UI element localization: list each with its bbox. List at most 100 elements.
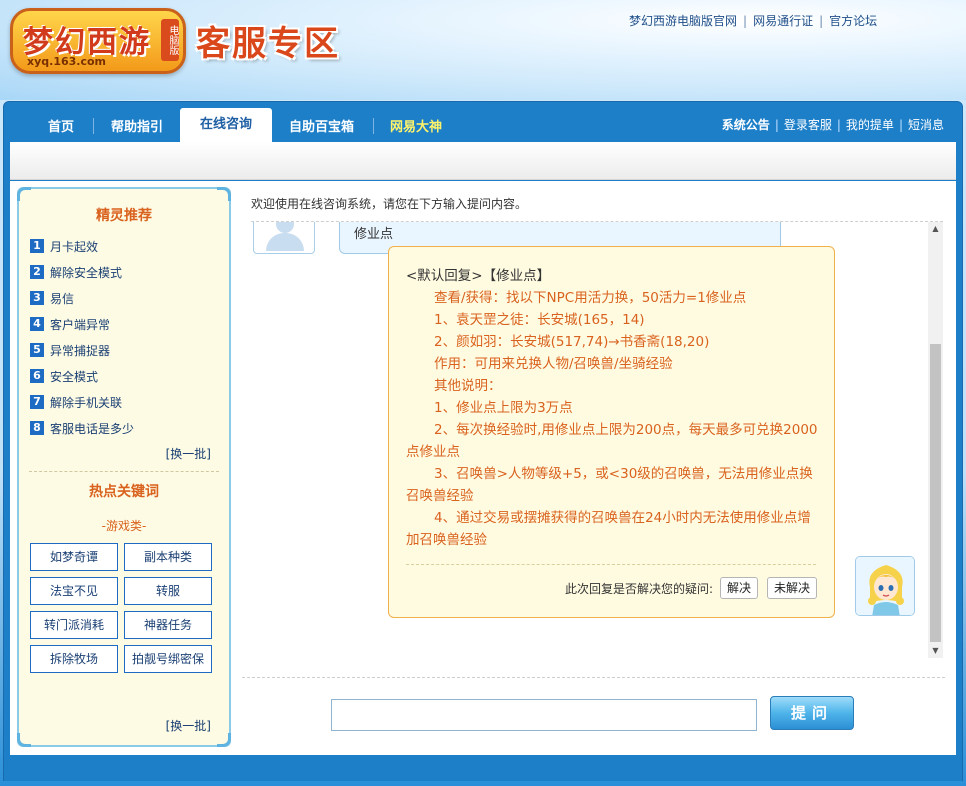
service-sprite-avatar: [855, 556, 915, 616]
login-service-link[interactable]: 登录客服: [784, 118, 832, 132]
top-links: 梦幻西游电脑版官网 | 网易通行证 | 官方论坛: [629, 12, 877, 29]
main-frame: 首页 帮助指引 在线咨询 自助百宝箱 网易大神 系统公告 | 登录客服 | 我的提单 | 短…: [3, 101, 963, 781]
list-item[interactable]: 5 异常捕捉器: [30, 337, 220, 363]
reply-line: 1、袁天罡之徒：长安城(165，14): [434, 312, 645, 328]
reply-line: 3、召唤兽>人物等级+5，或<30级的召唤兽，无法用修业点换召唤兽经验: [406, 466, 813, 504]
corner-ornament: [17, 733, 31, 747]
separator: |: [819, 14, 824, 28]
user-body-icon: [266, 233, 304, 251]
official-site-link[interactable]: 梦幻西游电脑版官网: [629, 14, 737, 28]
list-item[interactable]: 2 解除安全模式: [30, 259, 220, 285]
keyword-button[interactable]: 神器任务: [124, 611, 212, 639]
nav-self-service[interactable]: 自助百宝箱: [289, 116, 354, 135]
item-number: 7: [30, 395, 44, 409]
item-label: 月卡起效: [50, 239, 99, 254]
keyword-button[interactable]: 转门派消耗: [30, 611, 118, 639]
ask-button[interactable]: 提问: [770, 696, 854, 730]
nav-online-consult[interactable]: 在线咨询: [180, 108, 272, 142]
reply-line: 作用：可用来兑换人物/召唤兽/坐骑经验: [434, 356, 673, 372]
keyword-button[interactable]: 如梦奇谭: [30, 543, 118, 571]
recommend-list: 1 月卡起效 2 解除安全模式 3 易信 4 客户端异常 5 异常捕捉器 6 安全模式 7解…: [30, 233, 220, 441]
header: 梦幻西游 xyq.163.com 电脑版 客服专区 梦幻西游电脑版官网 | 网易通行…: [0, 0, 966, 100]
item-label: 异常捕捉器: [50, 343, 111, 358]
corner-ornament: [217, 733, 231, 747]
short-message-link[interactable]: 短消息: [908, 118, 944, 132]
reply-line: 1、修业点上限为3万点: [434, 400, 573, 416]
keyword-category: -游戏类-: [101, 519, 147, 533]
sub-bar: [10, 142, 956, 180]
main-nav: 首页 帮助指引 在线咨询 自助百宝箱 网易大神 系统公告 | 登录客服 | 我的提单 | 短…: [10, 108, 956, 142]
separator: |: [836, 118, 841, 132]
item-label: 解除安全模式: [50, 265, 123, 280]
scroll-thumb[interactable]: [930, 344, 941, 642]
item-number: 8: [30, 421, 44, 435]
reply-line: 2、每次换经验时,用修业点上限为200点，每天最多可兑换2000点修业点: [406, 422, 818, 460]
logo-badge: 电脑版: [161, 19, 179, 61]
item-label: 客服电话是多少: [50, 421, 135, 436]
welcome-text: 欢迎使用在线咨询系统，请您在下方输入提问内容。: [251, 197, 528, 211]
corner-ornament: [217, 187, 231, 201]
reply-line: 其他说明：: [434, 378, 502, 394]
question-input[interactable]: [331, 699, 757, 731]
recommend-title: 精灵推荐: [96, 208, 152, 224]
nav-right-links: 系统公告 | 登录客服 | 我的提单 | 短消息: [722, 116, 944, 133]
nav-netease-dashen[interactable]: 网易大神: [390, 116, 442, 135]
sprite-girl-icon: [856, 557, 914, 615]
page-title: 客服专区: [196, 24, 340, 64]
scroll-down-arrow-icon[interactable]: ▼: [928, 644, 943, 658]
keyword-button[interactable]: 拆除牧场: [30, 645, 118, 673]
user-avatar: [253, 222, 315, 254]
reply-divider: [406, 564, 816, 565]
divider: [29, 471, 219, 472]
passport-link[interactable]: 网易通行证: [753, 14, 813, 28]
my-tickets-link[interactable]: 我的提单: [846, 118, 894, 132]
game-logo[interactable]: 梦幻西游 xyq.163.com 电脑版: [10, 8, 186, 74]
item-label: 解除手机关联: [50, 395, 123, 410]
nav-divider: [373, 118, 374, 134]
chat-scrollbar[interactable]: ▲ ▼: [928, 222, 943, 658]
sidebar: 精灵推荐 1 月卡起效 2 解除安全模式 3 易信 4 客户端异常 5 异常捕捉器 6 安全…: [17, 187, 231, 747]
list-item[interactable]: 7 解除手机关联: [30, 389, 220, 415]
separator: |: [774, 118, 779, 132]
keywords-refresh-link[interactable]: [换一批]: [166, 717, 211, 734]
nav-home[interactable]: 首页: [48, 116, 74, 135]
scroll-up-arrow-icon[interactable]: ▲: [928, 222, 943, 236]
list-item[interactable]: 4 客户端异常: [30, 311, 220, 337]
hot-keywords-title: 热点关键词: [89, 484, 159, 500]
keyword-button[interactable]: 拍靓号绑密保: [124, 645, 212, 673]
item-label: 客户端异常: [50, 317, 111, 332]
list-item[interactable]: 8 客服电话是多少: [30, 415, 220, 441]
item-label: 易信: [50, 291, 75, 306]
reply-line: 4、通过交易或摆摊获得的召唤兽在24小时内无法使用修业点增加召唤兽经验: [406, 510, 811, 548]
separator: |: [743, 14, 748, 28]
corner-ornament: [17, 187, 31, 201]
footer-band: [4, 755, 962, 781]
unresolved-button[interactable]: 未解决: [767, 577, 817, 599]
item-number: 6: [30, 369, 44, 383]
list-item[interactable]: 3 易信: [30, 285, 220, 311]
forum-link[interactable]: 官方论坛: [829, 14, 877, 28]
keyword-button[interactable]: 法宝不见: [30, 577, 118, 605]
recommend-refresh-link[interactable]: [换一批]: [166, 445, 211, 462]
reply-line: 2、颜如羽：长安城(517,74)→书香斋(18,20): [434, 334, 710, 350]
user-head-icon: [276, 222, 294, 233]
item-number: 4: [30, 317, 44, 331]
content-area: 精灵推荐 1 月卡起效 2 解除安全模式 3 易信 4 客户端异常 5 异常捕捉器 6 安全…: [10, 181, 956, 755]
keyword-button[interactable]: 副本种类: [124, 543, 212, 571]
reply-line: 查看/获得：找以下NPC用活力换，50活力=1修业点: [434, 290, 747, 306]
logo-subtext: xyq.163.com: [27, 55, 106, 68]
divider: [242, 677, 945, 678]
reply-text: <默认回复>【修业点】 查看/获得：找以下NPC用活力换，50活力=1修业点 1…: [406, 265, 822, 551]
keyword-button[interactable]: 转服: [124, 577, 212, 605]
resolved-button[interactable]: 解决: [720, 577, 758, 599]
user-message-text: 修业点: [354, 227, 394, 242]
reply-heading: <默认回复>【修业点】: [406, 268, 551, 284]
list-item[interactable]: 1 月卡起效: [30, 233, 220, 259]
item-number: 1: [30, 239, 44, 253]
nav-help[interactable]: 帮助指引: [111, 116, 163, 135]
system-notice-link[interactable]: 系统公告: [722, 118, 770, 132]
list-item[interactable]: 6 安全模式: [30, 363, 220, 389]
item-number: 3: [30, 291, 44, 305]
nav-online-consult-label: 在线咨询: [199, 117, 252, 132]
chat-history[interactable]: 修业点 <默认回复>【修业点】 查看/获得：找以下NPC用活力换，50活力=1修…: [251, 221, 943, 661]
